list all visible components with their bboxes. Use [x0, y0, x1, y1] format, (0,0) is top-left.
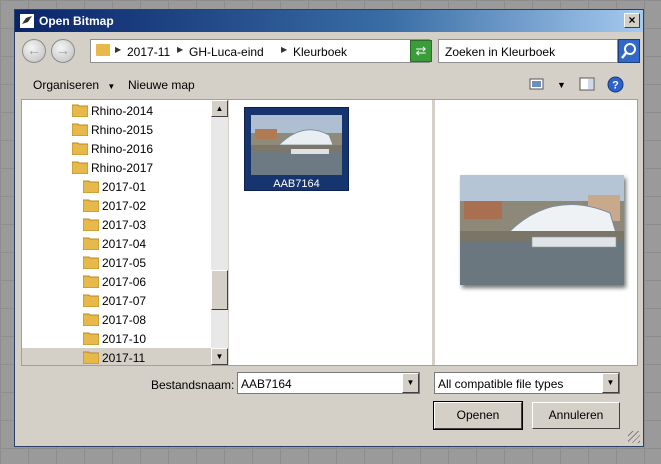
- tree-item-label: Rhino-2014: [91, 104, 154, 118]
- content-area: Rhino-2014 Rhino-2015 Rhino-2016 Rhino-2…: [21, 99, 638, 366]
- filetype-value: All compatible file types: [438, 377, 564, 391]
- chevron-right-icon[interactable]: ▶: [115, 45, 121, 54]
- resize-grip-icon[interactable]: [628, 431, 640, 443]
- folder-icon: [72, 104, 88, 117]
- dialog-footer: Bestandsnaam: AAB7164 ▼ All compatible f…: [15, 368, 643, 446]
- tree-item-rhino-2016[interactable]: Rhino-2016: [22, 139, 211, 158]
- tree-item-2017-06[interactable]: 2017-06: [22, 272, 211, 291]
- file-thumbnail: [251, 115, 342, 175]
- close-button[interactable]: ×: [624, 13, 640, 28]
- forward-button[interactable]: →: [51, 39, 75, 63]
- tree-item-rhino-2017[interactable]: Rhino-2017: [22, 158, 211, 177]
- folder-icon: [83, 332, 99, 345]
- tree-item-label: Rhino-2015: [91, 123, 154, 137]
- folder-icon: [83, 313, 99, 326]
- address-row: ← → ▶ 2017-11 ▶ GH-Luca-eind ▶ Kleurboek…: [20, 36, 640, 66]
- filename-field[interactable]: AAB7164 ▼: [237, 372, 420, 394]
- scroll-down-button[interactable]: ▼: [211, 348, 228, 365]
- search-button[interactable]: [618, 39, 640, 63]
- tree-item-label: Rhino-2016: [91, 142, 154, 156]
- filetype-select[interactable]: All compatible file types ▼: [434, 372, 620, 394]
- tree-item-2017-07[interactable]: 2017-07: [22, 291, 211, 310]
- file-name: AAB7164: [273, 178, 320, 190]
- chevron-right-icon[interactable]: ▶: [281, 45, 287, 54]
- search-placeholder: Zoeken in Kleurboek: [445, 45, 556, 59]
- tree-item-label: 2017-05: [102, 256, 147, 270]
- tree-item-label: 2017-06: [102, 275, 147, 289]
- command-toolbar: Organiseren ▼ Nieuwe map ▼ ?: [15, 71, 643, 99]
- tree-item-2017-03[interactable]: 2017-03: [22, 215, 211, 234]
- folder-tree: Rhino-2014 Rhino-2015 Rhino-2016 Rhino-2…: [22, 100, 229, 365]
- file-list: AAB7164: [230, 100, 432, 365]
- breadcrumb-gh-luca-eind[interactable]: GH-Luca-eind: [189, 45, 264, 59]
- tree-item-2017-01[interactable]: 2017-01: [22, 177, 211, 196]
- tree-item-label: 2017-02: [102, 199, 147, 213]
- tree-item-label: 2017-07: [102, 294, 147, 308]
- file-item-aab7164[interactable]: AAB7164: [244, 107, 349, 191]
- filename-label: Bestandsnaam:: [151, 378, 235, 392]
- folder-icon: [96, 44, 110, 56]
- folder-icon: [83, 199, 99, 212]
- window-title: Open Bitmap: [39, 14, 114, 28]
- folder-icon: [72, 142, 88, 155]
- search-icon: [621, 43, 636, 59]
- scroll-up-button[interactable]: ▲: [211, 100, 228, 117]
- chevron-down-icon[interactable]: ▼: [402, 373, 419, 393]
- preview-image: [460, 175, 624, 285]
- tree-item-label: 2017-03: [102, 218, 147, 232]
- tree-item-2017-08[interactable]: 2017-08: [22, 310, 211, 329]
- tree-item-label: 2017-10: [102, 332, 147, 346]
- new-folder-button[interactable]: Nieuwe map: [128, 78, 195, 92]
- folder-icon: [72, 123, 88, 136]
- tree-item-2017-10[interactable]: 2017-10: [22, 329, 211, 348]
- filename-value: AAB7164: [241, 377, 292, 391]
- breadcrumb-2017-11[interactable]: 2017-11: [127, 45, 170, 59]
- folder-icon: [83, 351, 99, 364]
- organize-label: Organiseren: [33, 78, 100, 92]
- svg-text:?: ?: [612, 80, 619, 92]
- tree-item-label: 2017-11: [102, 351, 146, 365]
- open-bitmap-dialog: Open Bitmap × ← → ▶ 2017-11 ▶ GH-Luca-ei…: [14, 9, 644, 447]
- view-icon[interactable]: [529, 76, 545, 92]
- tree-item-2017-05[interactable]: 2017-05: [22, 253, 211, 272]
- chevron-down-icon[interactable]: ▼: [602, 373, 619, 393]
- tree-item-rhino-2015[interactable]: Rhino-2015: [22, 120, 211, 139]
- tree-item-label: Rhino-2017: [91, 161, 154, 175]
- folder-icon: [83, 180, 99, 193]
- open-button[interactable]: Openen: [433, 401, 523, 430]
- tree-item-2017-11[interactable]: 2017-11: [22, 348, 211, 365]
- breadcrumb-kleurboek[interactable]: Kleurboek: [293, 45, 347, 59]
- folder-icon: [83, 294, 99, 307]
- tree-item-label: 2017-01: [102, 180, 147, 194]
- organize-button[interactable]: Organiseren ▼: [33, 78, 115, 92]
- folder-icon: [83, 256, 99, 269]
- chevron-down-icon: ▼: [107, 82, 116, 91]
- scroll-thumb[interactable]: [211, 270, 228, 310]
- chevron-down-icon[interactable]: ▼: [557, 80, 566, 90]
- tree-item-2017-04[interactable]: 2017-04: [22, 234, 211, 253]
- tree-item-label: 2017-08: [102, 313, 147, 327]
- tree-item-rhino-2014[interactable]: Rhino-2014: [22, 101, 211, 120]
- folder-icon: [83, 275, 99, 288]
- cancel-button[interactable]: Annuleren: [532, 402, 620, 429]
- preview-pane-icon[interactable]: [579, 76, 595, 92]
- search-input[interactable]: Zoeken in Kleurboek: [438, 39, 618, 63]
- folder-icon: [83, 218, 99, 231]
- preview-pane: [435, 100, 637, 365]
- help-icon[interactable]: ?: [607, 76, 624, 93]
- folder-icon: [72, 161, 88, 174]
- title-bar[interactable]: Open Bitmap ×: [15, 10, 643, 32]
- refresh-button[interactable]: ⇄: [410, 40, 432, 62]
- tree-item-2017-02[interactable]: 2017-02: [22, 196, 211, 215]
- tree-item-label: 2017-04: [102, 237, 147, 251]
- app-icon: [20, 14, 34, 28]
- chevron-right-icon[interactable]: ▶: [177, 45, 183, 54]
- back-button[interactable]: ←: [22, 39, 46, 63]
- folder-icon: [83, 237, 99, 250]
- tree-scrollbar[interactable]: ▲ ▼: [211, 100, 228, 365]
- address-bar[interactable]: ▶ 2017-11 ▶ GH-Luca-eind ▶ Kleurboek ▼: [90, 39, 430, 63]
